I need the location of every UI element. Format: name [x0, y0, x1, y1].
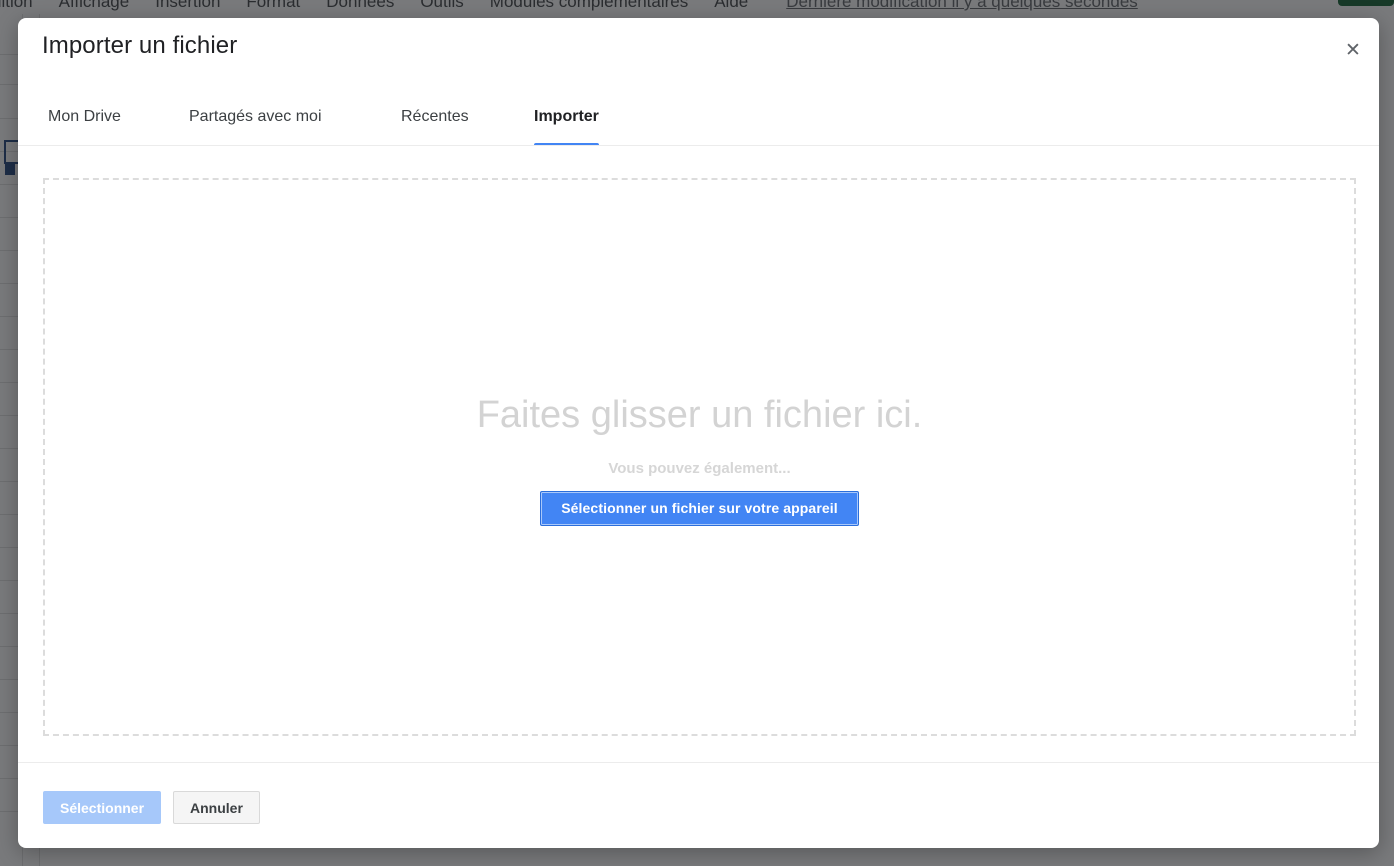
tab-recentes[interactable]: Récentes — [401, 100, 469, 146]
dropzone-subtitle: Vous pouvez également... — [608, 460, 791, 477]
file-dropzone[interactable]: Faites glisser un fichier ici. Vous pouv… — [43, 178, 1356, 736]
screen: ditionAffichageInsertionFormatDonnéesOut… — [0, 0, 1394, 866]
select-file-from-device-button[interactable]: Sélectionner un fichier sur votre appare… — [540, 491, 859, 526]
import-file-dialog: Importer un fichier ✕ Mon Drive Partagés… — [18, 18, 1379, 848]
tab-importer[interactable]: Importer — [534, 100, 599, 146]
dropzone-title: Faites glisser un fichier ici. — [476, 394, 923, 436]
dialog-tabs: Mon Drive Partagés avec moi Récentes Imp… — [18, 100, 1379, 146]
select-button[interactable]: Sélectionner — [43, 791, 162, 824]
tab-label: Importer — [534, 108, 599, 125]
dialog-footer: Sélectionner Annuler — [18, 763, 1379, 848]
tab-mon-drive[interactable]: Mon Drive — [48, 100, 121, 146]
tab-partages-avec-moi[interactable]: Partagés avec moi — [189, 100, 322, 146]
dropzone-content: Faites glisser un fichier ici. Vous pouv… — [45, 392, 1354, 526]
cancel-button[interactable]: Annuler — [173, 791, 260, 824]
tab-label: Partagés avec moi — [189, 108, 322, 125]
dialog-title: Importer un fichier — [42, 32, 238, 59]
tab-label: Récentes — [401, 108, 469, 125]
tab-label: Mon Drive — [48, 108, 121, 125]
close-icon[interactable]: ✕ — [1337, 35, 1369, 67]
tabs-divider — [18, 145, 1379, 146]
